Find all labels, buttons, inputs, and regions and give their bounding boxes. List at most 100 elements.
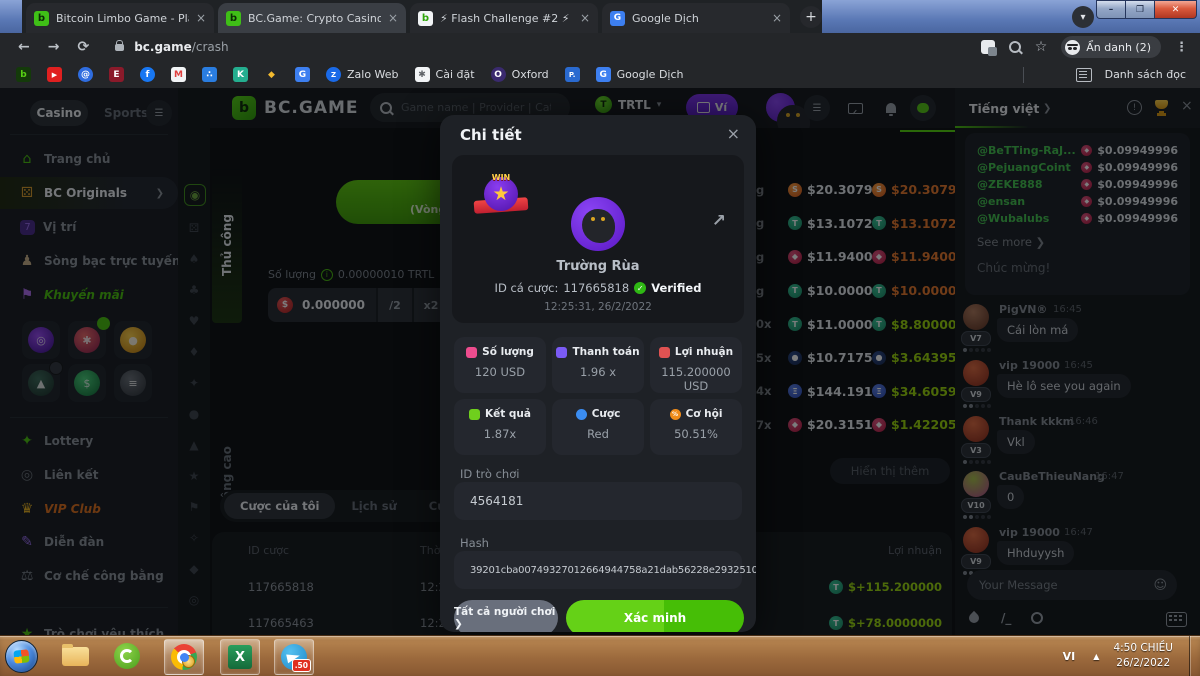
tab-title: BC.Game: Crypto Casino Games & (248, 12, 381, 25)
verified-label: Verified (651, 281, 701, 295)
taskbar-telegram[interactable]: .50 (274, 639, 314, 675)
stat-label: Cơ hội (686, 408, 723, 420)
payout-icon (556, 347, 567, 358)
win-badge-label: WIN (478, 173, 524, 182)
bookmark-kucoin[interactable]: K (233, 67, 248, 82)
stat-value: 115.200000 USD (650, 365, 742, 393)
close-button[interactable]: ✕ (1154, 0, 1197, 19)
odds-icon: % (670, 409, 681, 420)
clock-date: 26/2/2022 (1116, 657, 1170, 669)
tab-close-icon[interactable]: × (388, 11, 398, 25)
windows-taskbar: X .50 VI ▲ 4:50 CHIỀU 26/2/2022 (0, 635, 1200, 676)
modal-close-icon[interactable]: × (727, 124, 740, 143)
tab-title: ⚡ Flash Challenge #2 ⚡ - Flash Ch (440, 12, 573, 25)
stat-value: 1.87x (454, 427, 546, 441)
divider (1023, 67, 1024, 83)
bookmark-star-icon[interactable]: ☆ (1035, 39, 1048, 55)
browser-tab-1[interactable]: b Bitcoin Limbo Game - Play Limbo × (26, 3, 214, 33)
bookmark-facebook[interactable]: f (140, 67, 155, 82)
profit-icon (659, 347, 670, 358)
stat-payout: Thanh toán 1.96 x (552, 337, 644, 393)
bookmark-zalo[interactable]: ZZalo Web (326, 67, 399, 82)
all-players-button[interactable]: Tất cả người chơi ❯ (454, 600, 558, 632)
bookmark-oxford[interactable]: OOxford (491, 67, 549, 82)
coin-overlay-icon (182, 655, 195, 668)
tab-search-icon[interactable]: ▾ (1072, 6, 1094, 28)
tab-close-icon[interactable]: × (772, 11, 782, 25)
lock-icon[interactable] (115, 44, 124, 51)
bookmark-binance[interactable]: ◆ (264, 67, 279, 82)
browser-tab-2-active[interactable]: b BC.Game: Crypto Casino Games & × (218, 3, 406, 33)
bookmark-google-dich[interactable]: GGoogle Dịch (596, 67, 684, 82)
player-avatar[interactable] (571, 197, 625, 251)
bookmark-settings[interactable]: ✱Cài đặt (415, 67, 475, 82)
start-button[interactable] (5, 640, 38, 673)
page-viewport: Casino Sports ☰ ⌂ Trang chủ ⚄ BC Origina… (0, 88, 1200, 635)
result-icon (469, 409, 480, 420)
bookmark-label: Zalo Web (347, 68, 399, 81)
verify-button[interactable]: Xác minh (566, 600, 744, 632)
omnibox-url[interactable]: bc.game/crash (134, 40, 228, 54)
tab-title: Bitcoin Limbo Game - Play Limbo (56, 12, 189, 25)
reading-list-button[interactable]: Danh sách đọc (1076, 68, 1186, 82)
window-controls: – ❐ ✕ (1096, 0, 1197, 19)
reload-icon[interactable]: ⟳ (77, 39, 89, 55)
stat-amount: Số lượng 120 USD (454, 337, 546, 393)
bet-id-row: ID cá cược: 117665818 ✓ Verified (452, 281, 744, 295)
bookmark-mailru[interactable]: @ (78, 67, 93, 82)
windows-flag-icon (13, 649, 29, 663)
translate-icon: G (596, 67, 611, 82)
reading-list-icon (1076, 68, 1092, 82)
browser-tab-3[interactable]: b ⚡ Flash Challenge #2 ⚡ - Flash Ch × (410, 3, 598, 33)
taskbar-explorer[interactable] (56, 639, 94, 673)
minimize-button[interactable]: – (1096, 0, 1125, 19)
back-icon[interactable]: ← (18, 39, 30, 55)
taskbar-clock[interactable]: 4:50 CHIỀU 26/2/2022 (1113, 641, 1173, 671)
tab-close-icon[interactable]: × (196, 11, 206, 25)
browser-menu-icon[interactable]: ⋮ (1175, 40, 1188, 55)
url-host: bc.game (134, 40, 192, 54)
coccoc-icon (114, 643, 140, 669)
bookmark-zing[interactable]: E (109, 67, 124, 82)
taskbar-excel[interactable]: X (220, 639, 260, 675)
bcgame-favicon-icon: b (226, 11, 241, 26)
show-desktop-button[interactable] (1189, 636, 1200, 676)
incognito-badge[interactable]: Ẩn danh (2) (1061, 36, 1161, 58)
hash-field[interactable]: 39201cba00749327012664944758a21dab56228e… (454, 551, 742, 589)
browser-tab-4[interactable]: G Google Dịch × (602, 3, 790, 33)
modal-title: Chi tiết (460, 126, 522, 144)
bookmark-youtube[interactable]: ▶ (47, 67, 62, 82)
bookmark-share[interactable]: ∴ (202, 67, 217, 82)
verified-shield-icon: ✓ (634, 282, 646, 294)
taskbar-chrome-active[interactable] (164, 639, 204, 675)
stat-odds: %Cơ hội 50.51% (650, 399, 742, 455)
new-tab-button[interactable]: + (800, 6, 822, 28)
bookmark-p[interactable]: P. (565, 67, 580, 82)
bookmark-translate[interactable]: G (295, 67, 310, 82)
game-id-field[interactable]: 4564181 (454, 482, 742, 520)
amount-icon (466, 347, 477, 358)
zoom-search-icon[interactable] (1009, 41, 1021, 53)
forward-icon[interactable]: → (48, 39, 60, 55)
win-badge: ★ WIN (478, 173, 524, 219)
clock-time: 4:50 CHIỀU (1113, 642, 1173, 654)
translate-icon: G (295, 67, 310, 82)
bcgame-favicon-icon: b (418, 11, 433, 26)
star-icon: ★ (492, 185, 509, 204)
taskbar-coccoc[interactable] (108, 639, 146, 673)
maximize-button[interactable]: ❐ (1125, 0, 1154, 19)
translate-page-icon[interactable] (981, 40, 995, 54)
bet-details-modal: Chi tiết × ★ WIN ↗ Trường Rùa ID cá cược… (440, 115, 756, 632)
tab-close-icon[interactable]: × (580, 11, 590, 25)
reading-list-label: Danh sách đọc (1105, 68, 1186, 81)
stat-label: Kết quả (485, 408, 531, 420)
bookmark-bcgame[interactable]: b (16, 67, 31, 82)
notification-badge: .50 (292, 659, 311, 672)
share-icon[interactable]: ↗ (712, 211, 726, 231)
bookmark-gmail[interactable]: M (171, 67, 186, 82)
language-indicator[interactable]: VI (1063, 650, 1076, 663)
stat-value: Red (552, 427, 644, 441)
share-icon: ∴ (202, 67, 217, 82)
p-icon: P. (565, 67, 580, 82)
tray-expand-icon[interactable]: ▲ (1093, 652, 1099, 661)
